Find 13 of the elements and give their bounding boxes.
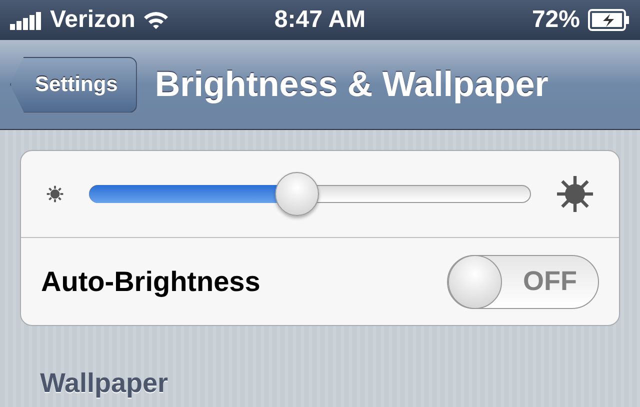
auto-brightness-switch[interactable]: OFF	[447, 254, 599, 308]
back-button[interactable]: Settings	[10, 56, 137, 112]
auto-brightness-label: Auto-Brightness	[41, 266, 262, 298]
carrier-name: Verizon	[50, 6, 136, 34]
battery-icon	[588, 9, 630, 31]
battery-percent: 72%	[532, 6, 580, 34]
wifi-icon	[143, 10, 170, 30]
brightness-slider[interactable]	[89, 171, 531, 217]
page-title: Brightness & Wallpaper	[154, 64, 548, 104]
section-header: Wallpaper	[40, 368, 170, 399]
status-time: 8:47 AM	[274, 6, 366, 34]
signal-icon	[10, 10, 42, 30]
slider-thumb[interactable]	[274, 172, 319, 216]
